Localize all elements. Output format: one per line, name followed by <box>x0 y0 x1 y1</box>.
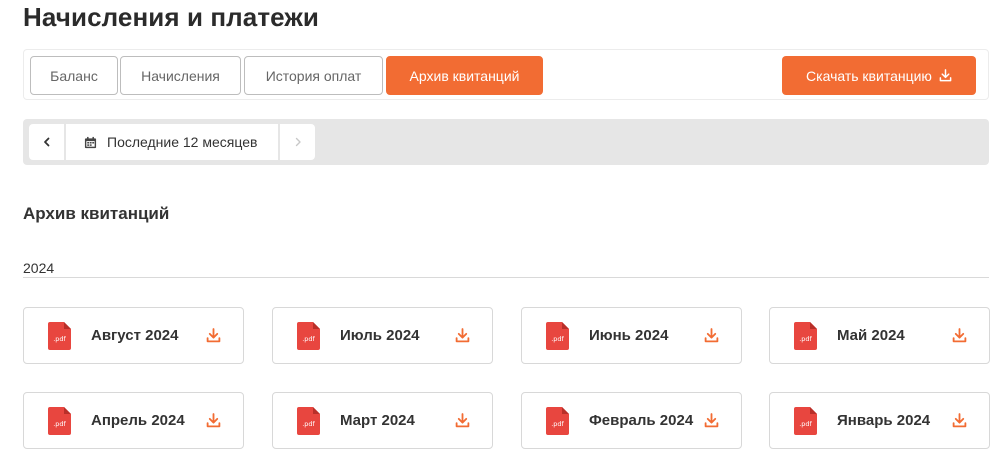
pdf-file-icon: .pdf <box>546 322 569 350</box>
year-divider <box>23 277 989 278</box>
next-period-button[interactable] <box>280 124 315 160</box>
svg-text:.pdf: .pdf <box>799 335 812 343</box>
tab-balance[interactable]: Баланс <box>30 56 118 95</box>
chevron-left-icon <box>43 137 49 147</box>
period-label: Последние 12 месяцев <box>107 134 258 150</box>
download-icon[interactable] <box>952 413 967 428</box>
download-icon[interactable] <box>704 328 719 343</box>
receipt-label: Март 2024 <box>340 411 415 429</box>
tab-receipt-archive[interactable]: Архив квитанций <box>386 56 543 95</box>
calendar-icon <box>84 136 97 148</box>
receipt-card[interactable]: .pdf Май 2024 <box>769 307 990 364</box>
download-receipt-label: Скачать квитанцию <box>806 67 932 84</box>
receipt-label: Январь 2024 <box>837 411 931 429</box>
pdf-file-icon: .pdf <box>297 322 320 350</box>
pdf-file-icon: .pdf <box>48 322 71 350</box>
previous-period-button[interactable] <box>29 124 64 160</box>
download-icon[interactable] <box>704 413 719 428</box>
download-receipt-button[interactable]: Скачать квитанцию <box>782 56 976 95</box>
chevron-right-icon <box>295 137 301 147</box>
receipt-label: Апрель 2024 <box>91 411 185 429</box>
receipt-card[interactable]: .pdf Июнь 2024 <box>521 307 742 364</box>
download-icon[interactable] <box>206 328 221 343</box>
receipt-card[interactable]: .pdf Август 2024 <box>23 307 244 364</box>
svg-text:.pdf: .pdf <box>799 420 812 428</box>
receipt-card[interactable]: .pdf Январь 2024 <box>769 392 990 449</box>
download-icon[interactable] <box>206 413 221 428</box>
period-filter-bar: Последние 12 месяцев <box>23 119 989 165</box>
svg-text:.pdf: .pdf <box>551 335 564 343</box>
tab-charges[interactable]: Начисления <box>120 56 241 95</box>
download-icon[interactable] <box>455 413 470 428</box>
receipt-label: Июль 2024 <box>340 326 420 344</box>
svg-text:.pdf: .pdf <box>302 335 315 343</box>
period-selector: Последние 12 месяцев <box>29 124 315 160</box>
tabs-bar: Баланс Начисления История оплат Архив кв… <box>23 49 989 100</box>
pdf-file-icon: .pdf <box>48 407 71 435</box>
receipt-card[interactable]: .pdf Февраль 2024 <box>521 392 742 449</box>
receipt-card[interactable]: .pdf Апрель 2024 <box>23 392 244 449</box>
archive-section-title: Архив квитанций <box>23 204 170 223</box>
pdf-file-icon: .pdf <box>546 407 569 435</box>
receipt-card[interactable]: .pdf Март 2024 <box>272 392 493 449</box>
download-icon <box>939 69 952 82</box>
svg-text:.pdf: .pdf <box>53 420 66 428</box>
receipt-label: Май 2024 <box>837 326 905 344</box>
pdf-file-icon: .pdf <box>794 322 817 350</box>
receipt-label: Август 2024 <box>91 326 179 344</box>
page-title: Начисления и платежи <box>23 2 319 32</box>
receipt-label: Июнь 2024 <box>589 326 669 344</box>
receipt-card[interactable]: .pdf Июль 2024 <box>272 307 493 364</box>
pdf-file-icon: .pdf <box>297 407 320 435</box>
download-icon[interactable] <box>455 328 470 343</box>
svg-text:.pdf: .pdf <box>302 420 315 428</box>
download-icon[interactable] <box>952 328 967 343</box>
svg-text:.pdf: .pdf <box>53 335 66 343</box>
receipt-label: Февраль 2024 <box>589 411 694 429</box>
tab-payment-history[interactable]: История оплат <box>244 56 383 95</box>
year-label: 2024 <box>23 260 55 276</box>
pdf-file-icon: .pdf <box>794 407 817 435</box>
period-dropdown[interactable]: Последние 12 месяцев <box>66 124 278 160</box>
svg-text:.pdf: .pdf <box>551 420 564 428</box>
